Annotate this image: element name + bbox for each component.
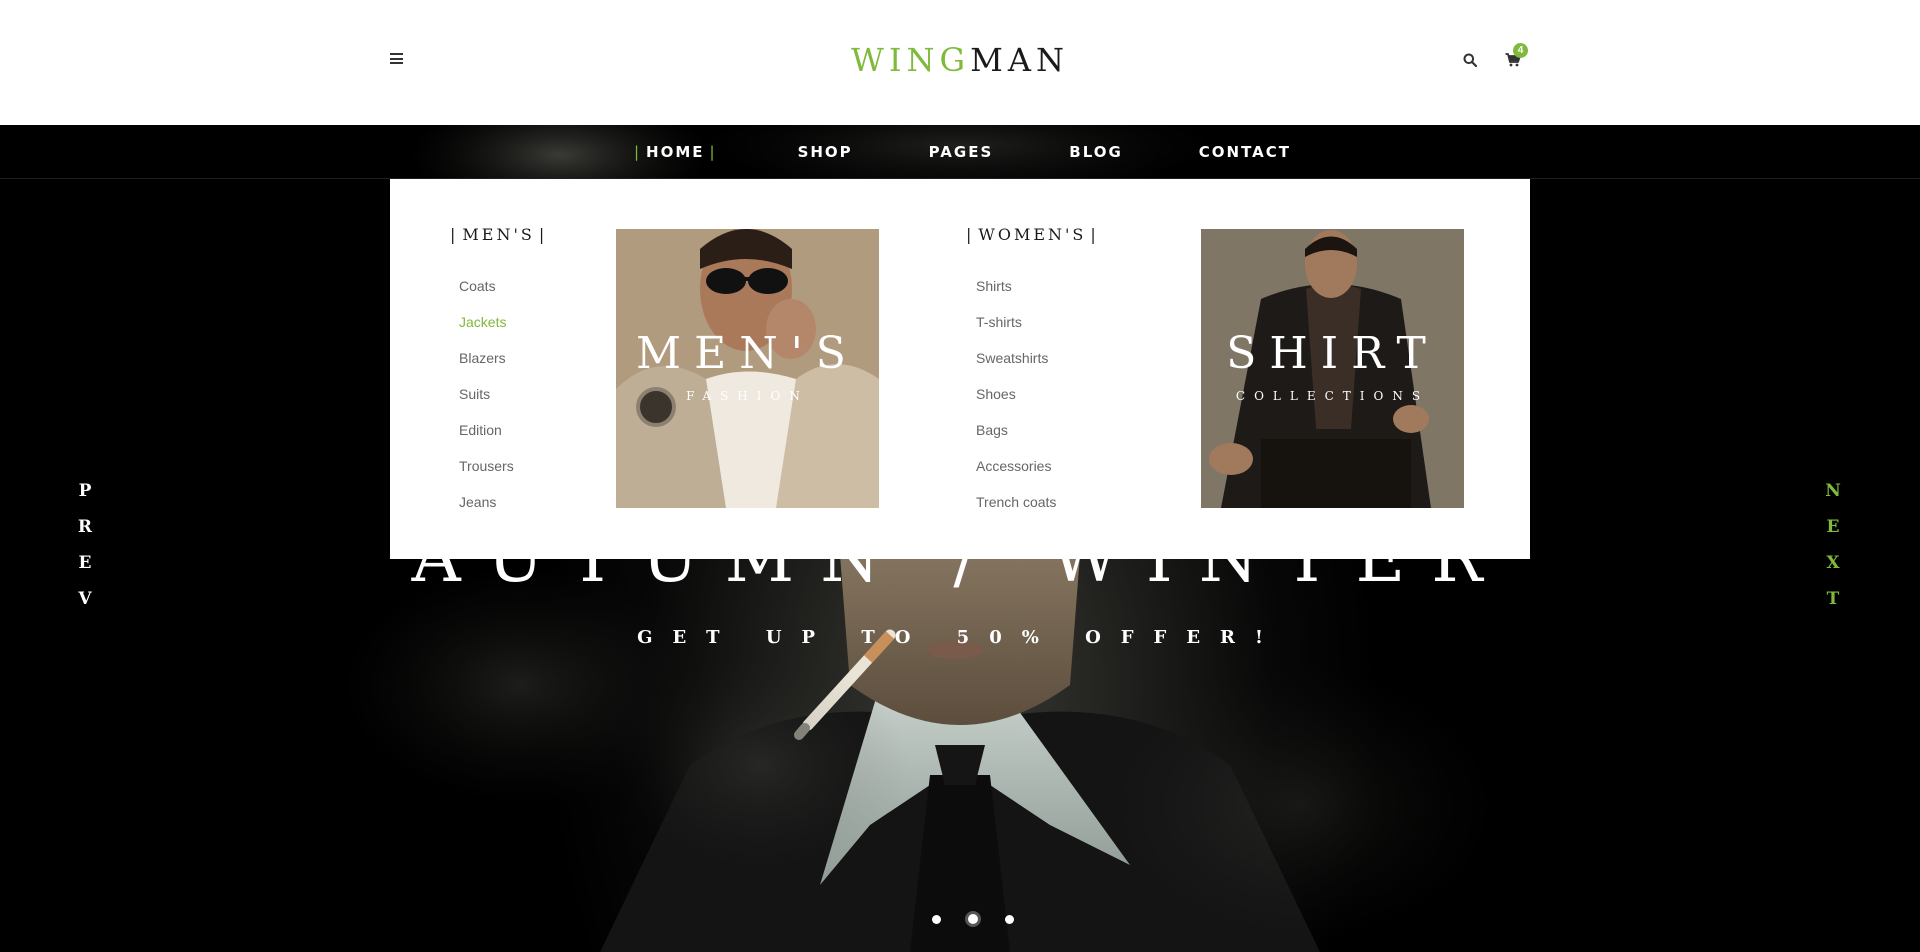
nav-shop[interactable]: SHOP [798,143,853,161]
menu-item-trousers[interactable]: Trousers [459,457,514,493]
vertical-letter: P [78,481,92,501]
vertical-letter: R [77,517,93,537]
site-header: WINGMAN 4 [0,0,1920,125]
main-nav: | HOME | SHOP PAGES BLOG CONTACT [0,125,1920,179]
logo-dark: MAN [970,41,1069,79]
vertical-letter: E [1826,517,1840,537]
menu-item-shirts[interactable]: Shirts [976,277,1056,313]
mega-menu-dropdown: | MEN'S | Coats Jackets Blazers Suits Edit… [390,179,1530,559]
mens-promo-title: MEN'S [636,328,859,379]
shirt-promo-subtitle: COLLECTIONS [1235,389,1430,403]
nav-pages[interactable]: PAGES [929,143,994,161]
menu-item-suits[interactable]: Suits [459,385,514,421]
womens-menu-list: Shirts T-shirts Sweatshirts Shoes Bags A… [976,277,1056,529]
vertical-letter: V [78,589,92,609]
menu-item-trench-coats[interactable]: Trench coats [976,493,1056,529]
shirt-promo-title: SHIRT [1226,328,1439,379]
menu-item-jackets[interactable]: Jackets [459,313,514,349]
slider-next-button[interactable]: NEXT [1823,479,1843,623]
slider-pagination [920,911,1026,927]
menu-item-edition[interactable]: Edition [459,421,514,457]
slider-prev-button[interactable]: PREV [75,479,95,623]
menu-item-t-shirts[interactable]: T-shirts [976,313,1056,349]
vertical-letter: E [78,553,92,573]
mens-column-title: | MEN'S | [450,225,548,244]
mens-menu-list: Coats Jackets Blazers Suits Edition Trou… [459,277,514,529]
womens-column-title: | WOMEN'S | [966,225,1099,244]
site-logo[interactable]: WINGMAN [0,42,1920,78]
nav-blog[interactable]: BLOG [1069,143,1123,161]
cart-count-badge: 4 [1513,43,1528,58]
vertical-letter: T [1826,589,1840,609]
slider-dot-2[interactable] [965,911,981,927]
slider-subtitle: GET UP TO 50% OFFER! [637,627,1283,648]
menu-item-jeans[interactable]: Jeans [459,493,514,529]
vertical-letter: X [1826,553,1840,573]
menu-item-shoes[interactable]: Shoes [976,385,1056,421]
shirt-collections-promo[interactable]: SHIRT COLLECTIONS [1201,229,1464,508]
logo-accent: WING [851,41,971,79]
menu-item-coats[interactable]: Coats [459,277,514,313]
mens-promo-subtitle: FASHION [686,389,809,403]
nav-home[interactable]: | HOME | [629,143,722,161]
search-icon[interactable] [1463,53,1477,67]
menu-item-sweatshirts[interactable]: Sweatshirts [976,349,1056,385]
menu-item-blazers[interactable]: Blazers [459,349,514,385]
slider-dot-3[interactable] [1005,914,1014,924]
nav-contact[interactable]: CONTACT [1199,143,1291,161]
mens-fashion-promo[interactable]: MEN'S FASHION [616,229,879,508]
slider-dot-1[interactable] [932,914,941,924]
vertical-letter: N [1825,481,1841,501]
menu-item-bags[interactable]: Bags [976,421,1056,457]
menu-item-accessories[interactable]: Accessories [976,457,1056,493]
